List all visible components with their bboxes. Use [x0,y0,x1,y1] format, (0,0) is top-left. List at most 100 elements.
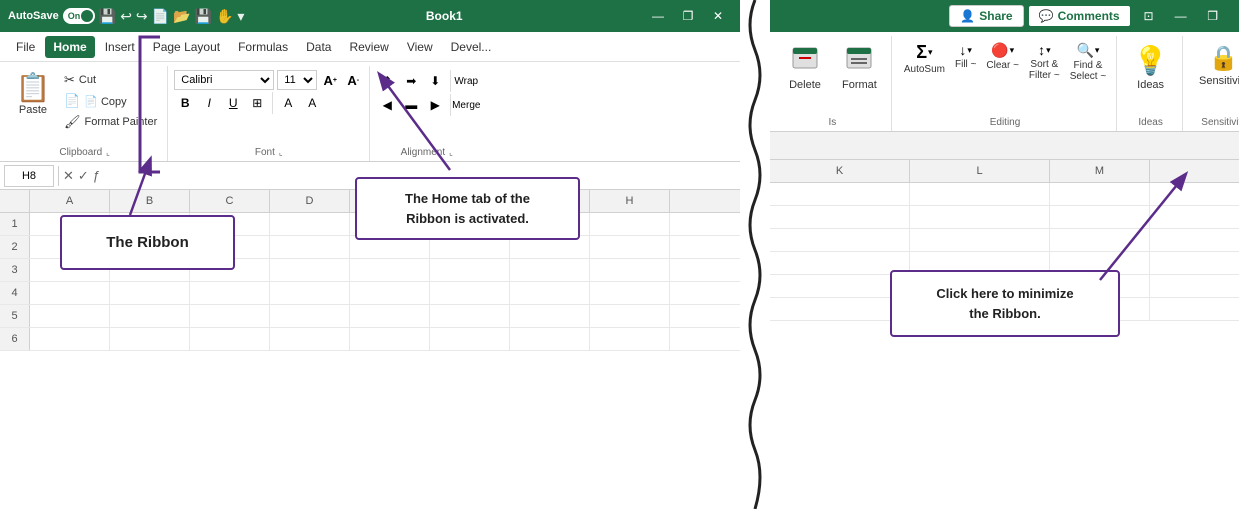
autosum-button[interactable]: Σ ▾ AutoSum [900,40,949,77]
align-center-button[interactable]: ▬ [400,94,422,116]
cell[interactable] [270,328,350,350]
restore-window-button[interactable]: ❐ [674,2,702,30]
wrap-text-button[interactable]: Wrap [455,70,477,92]
menu-page-layout[interactable]: Page Layout [145,36,228,58]
cell[interactable] [350,305,430,327]
cell[interactable] [770,183,910,205]
font-size-increase-button[interactable]: A+ [320,70,340,90]
sensitivity-button[interactable]: 🔒 Sensitivity [1191,40,1239,91]
align-left-button[interactable]: ◀ [376,94,398,116]
align-bottom-button[interactable]: ⬇ [424,70,446,92]
format-button[interactable]: Format [834,40,885,95]
col-header-a[interactable]: A [30,190,110,212]
col-header-k[interactable]: K [770,160,910,182]
paste-button[interactable]: 📋 Paste [8,70,58,120]
redo-icon[interactable]: ↪ [136,8,148,25]
col-header-l[interactable]: L [910,160,1050,182]
font-size-decrease-button[interactable]: A- [343,70,363,90]
cell[interactable] [30,282,110,304]
col-header-m[interactable]: M [1050,160,1150,182]
cell[interactable] [270,305,350,327]
align-right-button[interactable]: ▶ [424,94,446,116]
font-family-select[interactable]: Calibri [174,70,274,90]
cell[interactable] [510,305,590,327]
cell[interactable] [350,259,430,281]
cut-button[interactable]: ✂ Cut [60,70,161,90]
cell[interactable] [590,328,670,350]
cell[interactable] [270,259,350,281]
cell[interactable] [1050,206,1150,228]
cancel-formula-icon[interactable]: ✕ [63,168,74,184]
cell[interactable] [270,213,350,235]
sort-dropdown-icon[interactable]: ▾ [1046,45,1051,56]
autosum-dropdown-icon[interactable]: ▾ [928,47,933,58]
col-header-c[interactable]: C [190,190,270,212]
cell[interactable] [430,305,510,327]
copy-button[interactable]: 📄 📄 Copy [60,91,161,111]
right-win-btn1[interactable]: ⊡ [1135,2,1163,30]
menu-insert[interactable]: Insert [97,36,143,58]
col-header-h[interactable]: H [590,190,670,212]
cell[interactable] [110,282,190,304]
cell-reference-input[interactable] [4,165,54,187]
cell[interactable] [430,328,510,350]
fill-button[interactable]: ↓ ▾ Fill ~ [951,40,980,72]
insert-function-icon[interactable]: ƒ [93,168,100,184]
cell[interactable] [350,328,430,350]
new-icon[interactable]: 📄 [152,8,169,25]
share-button[interactable]: 👤 Share [949,5,1023,27]
alignment-expand-icon[interactable]: ⌞ [449,148,453,157]
cell[interactable] [510,259,590,281]
borders-button[interactable]: ⊞ [246,92,268,114]
align-top-button[interactable]: ⬆ [376,70,398,92]
italic-button[interactable]: I [198,92,220,114]
cell[interactable] [190,305,270,327]
find-select-button[interactable]: 🔍 ▾ Find &Select ~ [1066,40,1110,84]
cell[interactable] [590,282,670,304]
save2-icon[interactable]: 💾 [195,8,212,25]
fill-color-button[interactable]: A [277,92,299,114]
close-window-button[interactable]: ✕ [704,2,732,30]
fill-dropdown-icon[interactable]: ▾ [967,45,972,56]
cell[interactable] [1050,229,1150,251]
font-expand-icon[interactable]: ⌞ [279,148,283,157]
cell[interactable] [270,282,350,304]
cell[interactable] [910,229,1050,251]
cell[interactable] [910,183,1050,205]
cell[interactable] [910,206,1050,228]
align-middle-button[interactable]: ➡ [400,70,422,92]
right-minimize-button[interactable]: — [1167,2,1195,30]
cell[interactable] [510,282,590,304]
menu-view[interactable]: View [399,36,441,58]
cell[interactable] [30,305,110,327]
delete-button[interactable]: Delete [780,40,830,95]
cell[interactable] [430,282,510,304]
right-restore-button[interactable]: ❐ [1199,2,1227,30]
menu-review[interactable]: Review [341,36,396,58]
font-size-select[interactable]: 11 [277,70,317,90]
cell[interactable] [110,305,190,327]
save-icon[interactable]: 💾 [99,8,116,25]
merge-center-button[interactable]: Merge [455,94,477,116]
open-icon[interactable]: 📂 [173,8,190,25]
menu-file[interactable]: File [8,36,43,58]
undo-icon[interactable]: ↩ [120,8,132,25]
cell[interactable] [350,282,430,304]
cell[interactable] [1050,183,1150,205]
bold-button[interactable]: B [174,92,196,114]
cell[interactable] [270,236,350,258]
menu-home[interactable]: Home [45,36,94,58]
cell[interactable] [770,206,910,228]
touch-icon[interactable]: ✋ [216,8,233,25]
autosave-toggle[interactable]: On [63,8,95,24]
confirm-formula-icon[interactable]: ✓ [78,168,89,184]
menu-developer[interactable]: Devel... [443,36,500,58]
cell[interactable] [590,213,670,235]
cell[interactable] [770,229,910,251]
menu-data[interactable]: Data [298,36,339,58]
cell[interactable] [770,275,910,297]
col-header-d[interactable]: D [270,190,350,212]
clear-button[interactable]: 🔴 ▾ Clear ~ [982,40,1023,73]
cell[interactable] [430,259,510,281]
ideas-button[interactable]: 💡 Ideas [1125,40,1176,95]
